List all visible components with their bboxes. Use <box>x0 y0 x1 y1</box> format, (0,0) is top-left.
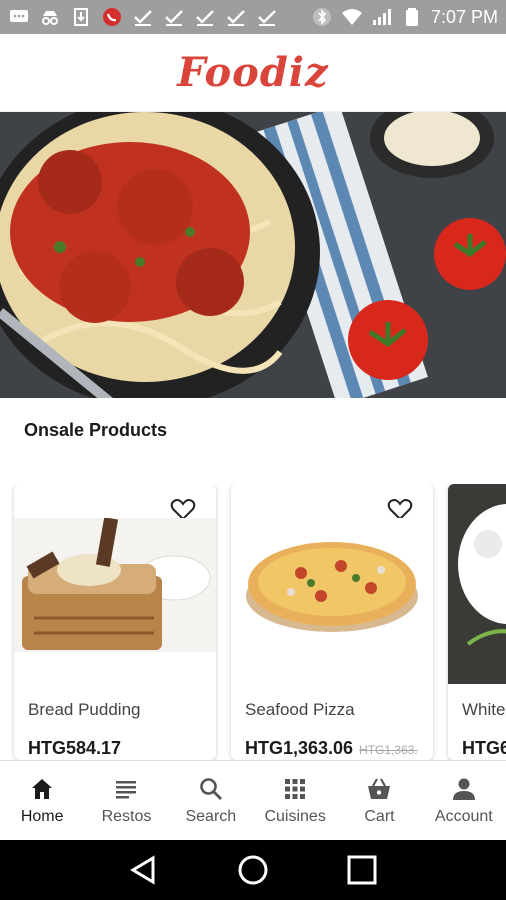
nav-label: Cart <box>364 807 395 825</box>
nav-cart[interactable]: Cart <box>337 761 421 840</box>
product-card[interactable]: Seafood Pizza HTG1,363.06 HTG1,363. <box>231 484 433 760</box>
missed-call-icon <box>101 7 123 27</box>
product-card[interactable]: White HTG6 <box>448 484 506 760</box>
status-bar: 7:07 PM <box>0 0 506 34</box>
price-current: HTG1,363.06 <box>245 738 354 758</box>
notification-icons <box>8 7 278 27</box>
bluetooth-icon <box>311 7 333 27</box>
product-image <box>231 518 433 652</box>
nav-label: Account <box>434 807 493 825</box>
product-name: Bread Pudding <box>28 700 141 719</box>
incognito-icon <box>39 7 61 27</box>
nav-restos[interactable]: Restos <box>84 761 168 840</box>
bottom-navigation: Home Restos Search Cuisines Cart Account <box>0 760 506 840</box>
nav-home[interactable]: Home <box>0 761 84 840</box>
check-icon <box>163 7 185 27</box>
product-image <box>448 484 506 684</box>
price-old: HTG1,363. <box>359 743 418 757</box>
nav-account[interactable]: Account <box>422 761 506 840</box>
section-title: Onsale Products <box>24 420 168 440</box>
product-name: Seafood Pizza <box>245 700 355 719</box>
product-price: HTG6 <box>462 738 506 759</box>
message-icon <box>8 7 30 27</box>
product-name: White <box>462 700 506 719</box>
price-current: HTG6 <box>462 738 506 758</box>
wifi-icon <box>341 7 363 27</box>
product-price: HTG584.17 <box>28 738 127 759</box>
nav-search[interactable]: Search <box>169 761 253 840</box>
check-icon <box>194 7 216 27</box>
system-navigation-bar <box>0 840 506 900</box>
product-card[interactable]: Bread Pudding HTG584.17 <box>14 484 216 760</box>
back-icon[interactable] <box>127 853 161 887</box>
person-icon <box>452 778 475 800</box>
battery-icon <box>401 7 423 27</box>
app-logo: Foodiz <box>177 49 329 96</box>
app-header: Foodiz <box>0 34 506 112</box>
hero-image <box>0 112 506 398</box>
nav-label: Home <box>20 807 64 825</box>
home-icon <box>32 778 53 799</box>
download-icon <box>70 7 92 27</box>
product-price: HTG1,363.06 HTG1,363. <box>245 738 418 759</box>
clock: 7:07 PM <box>430 6 498 27</box>
nav-label: Search <box>185 807 237 825</box>
check-icon <box>225 7 247 27</box>
list-icon <box>116 780 137 798</box>
product-image <box>14 518 216 652</box>
home-button-icon[interactable] <box>236 853 270 887</box>
check-icon <box>256 7 278 27</box>
nav-label: Restos <box>101 807 152 825</box>
check-icon <box>132 7 154 27</box>
grid-icon <box>285 778 306 799</box>
nav-label: Cuisines <box>264 807 326 825</box>
signal-icon <box>371 7 393 27</box>
product-carousel[interactable]: Bread Pudding HTG584.17 Seafood Pizza HT… <box>0 484 506 760</box>
search-icon <box>200 777 222 800</box>
nav-cuisines[interactable]: Cuisines <box>253 761 337 840</box>
system-status: 7:07 PM <box>311 7 498 28</box>
basket-icon <box>368 777 391 799</box>
price-current: HTG584.17 <box>28 738 122 758</box>
hero-banner[interactable] <box>0 112 506 398</box>
recents-icon[interactable] <box>345 853 379 887</box>
